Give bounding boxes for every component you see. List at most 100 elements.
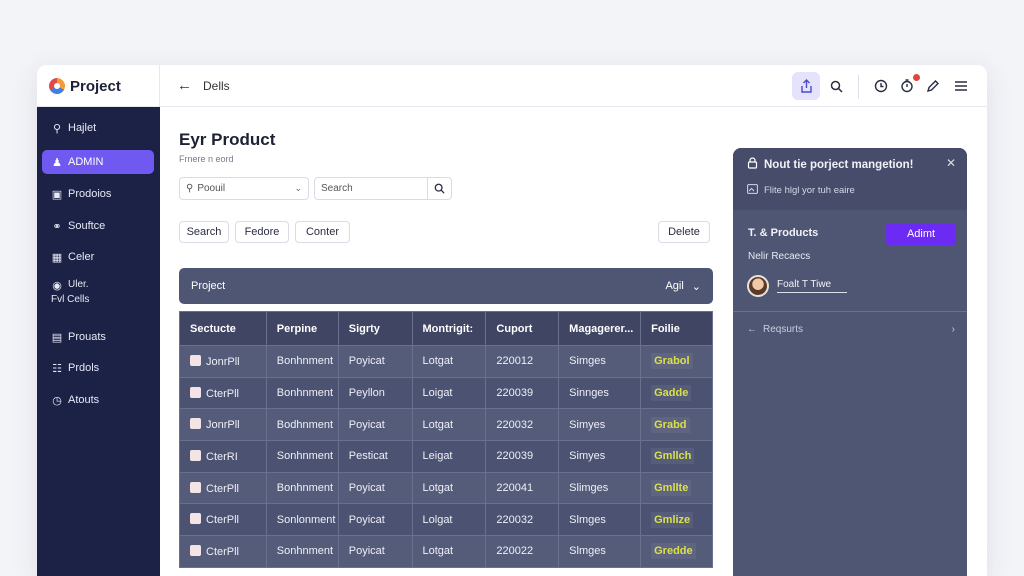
- chevron-down-icon: ⌄: [294, 183, 302, 193]
- products-label: T. & Products: [748, 227, 819, 239]
- column-header[interactable]: Sectucte: [179, 311, 267, 346]
- sidebar-item-souftce[interactable]: ⚭ Souftce: [42, 214, 154, 238]
- select-value: Poouil: [197, 183, 226, 194]
- row-thumbnail-icon: [190, 513, 201, 525]
- sidebar-item-atouts[interactable]: ◷ Atouts: [42, 388, 154, 412]
- sidebar-item-label: Hajlet: [68, 122, 97, 134]
- column-header[interactable]: Cuport: [485, 311, 560, 346]
- user-field-value: Foalt T Tiwe: [777, 279, 848, 293]
- cell-text: 220041: [496, 482, 534, 495]
- sidebar-item-label: Souftce: [68, 220, 106, 232]
- fedore-filter-button[interactable]: Fedore: [235, 221, 289, 243]
- table-cell: Slmges: [558, 535, 642, 568]
- sidebar-item-prodoios[interactable]: ▣ Prodoios: [42, 182, 154, 206]
- cell-text: CterPll: [206, 545, 240, 558]
- cell-text: 220032: [496, 418, 534, 431]
- panel-divider: [733, 311, 967, 312]
- cell-text: Peyllon: [348, 387, 385, 400]
- table-cell: Gmlize: [640, 503, 713, 537]
- sidebar-item-hajlet[interactable]: ⚲ Hajlet: [42, 116, 154, 140]
- search-input[interactable]: Search: [314, 177, 452, 200]
- table-cell: Loigat: [411, 376, 487, 410]
- column-header[interactable]: Sigrty: [337, 311, 413, 346]
- filter-select[interactable]: ⚲ Poouil ⌄: [179, 177, 309, 200]
- search-icon[interactable]: [823, 73, 849, 99]
- sidebar-item-uler[interactable]: ◉ Uler. Fvl Cells: [42, 277, 154, 307]
- chevron-down-icon[interactable]: ⌄: [692, 280, 701, 293]
- cell-text: Bonhnment: [276, 482, 334, 495]
- toolbar-divider: [858, 75, 859, 99]
- requests-link[interactable]: ← Reqsurts: [747, 324, 803, 335]
- calendar-icon: ▦: [51, 251, 63, 264]
- search-placeholder: Search: [321, 183, 353, 194]
- sidebar-item-label: Atouts: [68, 394, 100, 406]
- column-header[interactable]: Magagerer...: [558, 311, 642, 346]
- column-header[interactable]: Montrigit:: [411, 311, 487, 346]
- search-filter-button[interactable]: Search: [179, 221, 229, 243]
- link-icon: ⚭: [52, 220, 62, 233]
- column-header[interactable]: Perpine: [265, 311, 339, 346]
- cell-text: Lotgat: [422, 355, 454, 368]
- lock-icon: [747, 157, 758, 172]
- cell-text: 220039: [496, 450, 534, 463]
- table-cell: Grabd: [640, 408, 713, 442]
- sidebar-item-prouats[interactable]: ▤ Prouats: [42, 325, 154, 349]
- cell-text: Lotgat: [422, 545, 454, 558]
- panel-title-text: Nout tie porject mangetion!: [764, 158, 914, 171]
- conter-filter-button[interactable]: Conter: [295, 221, 350, 243]
- table-cell: Sonhnment: [265, 440, 339, 473]
- user-icon: ♟: [52, 156, 62, 169]
- table-cell: Lotgat: [411, 535, 487, 568]
- cell-text: Poyicat: [348, 355, 385, 368]
- user-field[interactable]: Foalt T Tiwe: [747, 275, 848, 297]
- pencil-icon[interactable]: [920, 73, 946, 99]
- brand[interactable]: Project: [37, 65, 160, 107]
- close-icon[interactable]: ✕: [946, 156, 956, 170]
- delete-button[interactable]: Delete: [658, 221, 710, 243]
- share-icon[interactable]: [792, 72, 820, 100]
- hamburger-menu-icon[interactable]: [948, 73, 974, 99]
- table-cell: Simyes: [558, 440, 642, 473]
- table-cell: Gredde: [640, 535, 713, 568]
- chevron-right-icon[interactable]: ›: [952, 324, 955, 335]
- page-title: Eyr Product: [179, 130, 276, 149]
- table-row[interactable]: CterPll Bonhnment Poyicat Lotgat 220041 Slimg…: [179, 471, 713, 505]
- cell-text: 220032: [496, 513, 534, 526]
- back-arrow-icon[interactable]: ←: [177, 77, 192, 94]
- panel-header: Nout tie porject mangetion! ✕ Flite hlgl…: [733, 148, 967, 210]
- table-row[interactable]: JonrPll Bodhnment Poyicat Lotgat 220032 Simye…: [179, 408, 713, 442]
- sidebar-item-prdols[interactable]: ☷ Prdols: [42, 356, 154, 380]
- table-cell: 220022: [485, 535, 560, 568]
- cell-text: Bonhnment: [276, 387, 334, 400]
- table-row[interactable]: CterPll Bonhnment Peyllon Loigat 220039 Sinng…: [179, 376, 713, 410]
- table-row[interactable]: CterPll Sonlonment Poyicat Lolgat 220032 Slmg…: [179, 503, 713, 537]
- cell-text: Bodhnment: [276, 418, 334, 431]
- cell-text: Slimges: [569, 482, 609, 495]
- admin-button[interactable]: Adimt: [886, 223, 956, 245]
- table-cell: 220032: [485, 408, 560, 442]
- table-row[interactable]: CterRI Sonhnment Pesticat Leigat 220039 Simye…: [179, 440, 713, 473]
- table-cell: Grabol: [640, 345, 713, 378]
- name-label: Nelir Recaecs: [748, 251, 811, 262]
- cell-text: Loigat: [422, 387, 453, 400]
- cell-text: 220039: [496, 387, 534, 400]
- cell-text: Slmges: [569, 545, 606, 558]
- cell-text: 220022: [496, 545, 534, 558]
- cell-text: Poyicat: [348, 418, 385, 431]
- cell-text: Poyicat: [348, 545, 385, 558]
- project-bar[interactable]: Project Agil ⌄: [179, 268, 713, 304]
- column-header[interactable]: Foilie: [640, 311, 713, 346]
- search-button-icon[interactable]: [427, 178, 451, 199]
- cell-text: JonrPll: [206, 355, 240, 368]
- row-thumbnail-icon: [190, 386, 201, 398]
- table-row[interactable]: JonrPll Bonhnment Poyicat Lotgat 220012 Simge…: [179, 345, 713, 378]
- breadcrumb[interactable]: Dells: [203, 79, 230, 93]
- cell-text: Pesticat: [348, 450, 388, 463]
- sidebar-item-label: Prdols: [68, 362, 100, 374]
- table-cell: Leigat: [411, 440, 487, 473]
- clock-icon[interactable]: [868, 73, 894, 99]
- table-cell: CterPll: [179, 471, 267, 505]
- sidebar-item-admin[interactable]: ♟ ADMIN: [42, 150, 154, 174]
- table-row[interactable]: CterPll Sonhnment Poyicat Lotgat 220022 Slmge…: [179, 535, 713, 568]
- sidebar-item-celer[interactable]: ▦ Celer: [42, 245, 154, 269]
